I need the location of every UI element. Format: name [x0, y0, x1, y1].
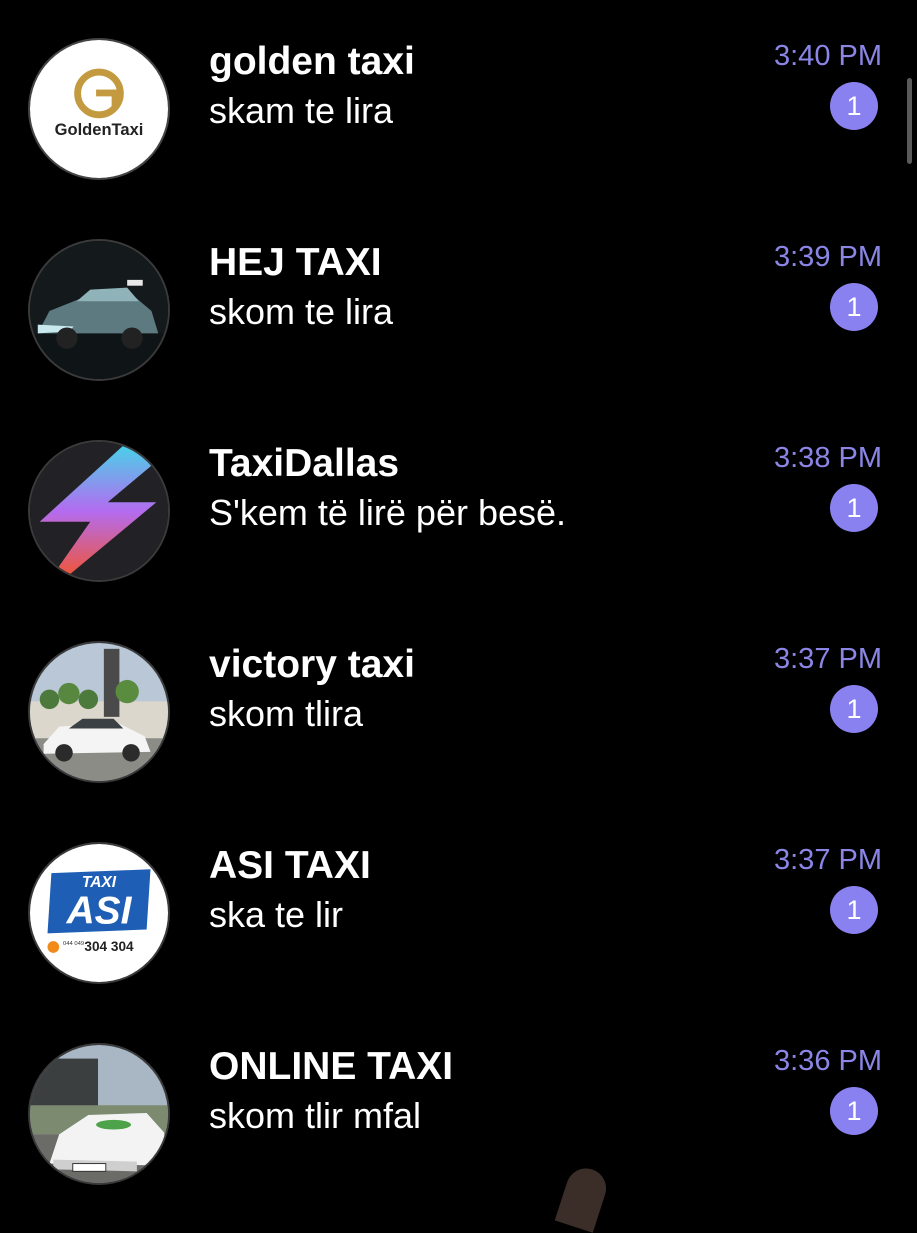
taxidallas-avatar: [28, 440, 170, 582]
chat-name: victory taxi: [209, 643, 415, 686]
svg-text:GoldenTaxi: GoldenTaxi: [55, 120, 144, 139]
chat-list: GoldenTaxi golden taxi skam te lira 3:40…: [0, 0, 917, 1200]
chat-name: HEJ TAXI: [209, 241, 382, 284]
white-taxi-photo-icon: [30, 643, 168, 781]
chat-row-taxidallas[interactable]: TaxiDallas S'kem të lirë për besë. 3:38 …: [0, 402, 917, 602]
chat-row-golden-taxi[interactable]: GoldenTaxi golden taxi skam te lira 3:40…: [0, 0, 917, 200]
chat-last-message: ska te lir: [209, 894, 344, 935]
chat-time: 3:39 PM: [774, 241, 882, 273]
chat-name: golden taxi: [209, 40, 415, 83]
chat-name: ASI TAXI: [209, 844, 371, 887]
chat-time: 3:37 PM: [774, 643, 882, 675]
chat-last-message: skom tlir mfal: [209, 1095, 422, 1136]
unread-badge: 1: [830, 82, 878, 130]
unread-badge: 1: [830, 886, 878, 934]
unread-badge: 1: [830, 685, 878, 733]
chat-row-victory-taxi[interactable]: victory taxi skom tlira 3:37 PM 1: [0, 603, 917, 803]
svg-text:044 049: 044 049: [63, 941, 84, 947]
chat-time: 3:36 PM: [774, 1045, 882, 1077]
chat-time: 3:38 PM: [774, 442, 882, 474]
scrollbar[interactable]: [907, 78, 912, 164]
golden-taxi-logo-icon: GoldenTaxi: [30, 40, 168, 178]
chat-last-message: skam te lira: [209, 90, 394, 131]
victory-taxi-avatar: [28, 641, 170, 783]
asi-taxi-avatar: TAXI ASI 044 049 304 304: [28, 842, 170, 984]
chat-last-message: skom tlira: [209, 693, 364, 734]
unread-badge: 1: [830, 1087, 878, 1135]
unread-badge: 1: [830, 484, 878, 532]
mercedes-taxi-photo-icon: [30, 1045, 168, 1183]
asi-taxi-logo-icon: TAXI ASI 044 049 304 304: [30, 844, 168, 982]
golden-taxi-avatar: GoldenTaxi: [28, 38, 170, 180]
svg-text:304 304: 304 304: [84, 939, 134, 954]
chat-last-message: S'kem të lirë për besë.: [209, 492, 567, 533]
chat-row-asi-taxi[interactable]: TAXI ASI 044 049 304 304 ASI TAXI ska te…: [0, 804, 917, 1004]
chat-row-hej-taxi[interactable]: HEJ TAXI skom te lira 3:39 PM 1: [0, 201, 917, 401]
taxi-car-photo-icon: [30, 241, 168, 379]
svg-text:ASI: ASI: [66, 890, 133, 933]
chat-time: 3:37 PM: [774, 844, 882, 876]
chat-name: ONLINE TAXI: [209, 1045, 454, 1088]
svg-text:TAXI: TAXI: [82, 874, 117, 891]
lightning-bolt-icon: [30, 442, 168, 580]
chat-time: 3:40 PM: [774, 40, 882, 72]
chat-name: TaxiDallas: [209, 442, 400, 485]
online-taxi-avatar: [28, 1043, 170, 1185]
chat-last-message: skom te lira: [209, 291, 394, 332]
unread-badge: 1: [830, 283, 878, 331]
chat-row-online-taxi[interactable]: ONLINE TAXI skom tlir mfal 3:36 PM 1: [0, 1005, 917, 1205]
hej-taxi-avatar: [28, 239, 170, 381]
